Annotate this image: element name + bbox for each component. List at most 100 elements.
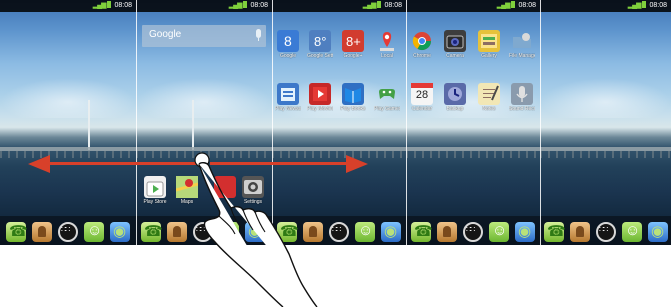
app-label: Notes bbox=[482, 106, 496, 112]
google-search-widget[interactable]: Google bbox=[142, 25, 266, 47]
swipe-hand-icon bbox=[194, 152, 318, 307]
home-panel-4[interactable]: ▂▄▆ 08:08 Chrome Camera Gallery File Mana… bbox=[406, 0, 540, 245]
app-camera[interactable]: Camera bbox=[442, 30, 468, 60]
signal-icon: ▂▄▆ bbox=[496, 2, 511, 9]
app-gallery[interactable]: Gallery bbox=[476, 30, 502, 60]
app-label: Gallery bbox=[481, 53, 497, 59]
messaging-icon[interactable] bbox=[489, 222, 509, 242]
battery-icon bbox=[642, 1, 647, 8]
app-label: Google Sett bbox=[307, 53, 333, 59]
app-play-books[interactable]: Play Books bbox=[340, 83, 366, 113]
app-label: File Manage bbox=[509, 53, 535, 59]
app-play-movies[interactable]: Play Movies bbox=[307, 83, 333, 113]
dock bbox=[0, 216, 136, 245]
app-label: Google bbox=[279, 53, 297, 59]
app-google-plus[interactable]: 8+ Google+ bbox=[340, 30, 366, 60]
google-settings-icon: 8° bbox=[309, 30, 331, 52]
app-google-settings[interactable]: 8° Google Sett bbox=[307, 30, 333, 60]
app-local[interactable]: Local bbox=[374, 30, 400, 60]
app-google[interactable]: 8 Google bbox=[275, 30, 301, 60]
google-widget-label: Google bbox=[149, 29, 182, 40]
status-bar: ▂▄▆ 08:08 bbox=[136, 0, 272, 12]
local-icon bbox=[376, 30, 398, 52]
status-time: 08:08 bbox=[114, 2, 132, 9]
wallpaper-clouds bbox=[540, 78, 671, 118]
panel-divider bbox=[406, 0, 407, 245]
messaging-icon[interactable] bbox=[355, 222, 375, 242]
phone-icon[interactable] bbox=[411, 222, 433, 242]
app-label: Play Newsst bbox=[275, 106, 301, 112]
notes-icon bbox=[478, 83, 500, 105]
camera-icon bbox=[444, 30, 466, 52]
apps-drawer-icon[interactable] bbox=[463, 222, 483, 242]
arrow-shaft bbox=[46, 162, 200, 165]
phone-icon[interactable] bbox=[141, 222, 163, 242]
status-time: 08:08 bbox=[250, 2, 268, 9]
app-play-games[interactable]: Play Games bbox=[374, 83, 400, 113]
app-backup[interactable]: Backup bbox=[442, 83, 468, 113]
swipe-left-arrow bbox=[28, 155, 200, 173]
phone-icon[interactable] bbox=[6, 222, 28, 242]
messaging-icon[interactable] bbox=[622, 222, 642, 242]
play-store-icon bbox=[144, 176, 166, 198]
status-time: 08:08 bbox=[649, 2, 667, 9]
bridge-pillars bbox=[406, 151, 540, 158]
dock bbox=[406, 216, 540, 245]
app-label: Backup bbox=[446, 106, 464, 112]
contacts-icon[interactable] bbox=[32, 222, 52, 242]
status-bar: ▂▄▆ 08:08 bbox=[0, 0, 136, 12]
sound-recorder-icon bbox=[511, 83, 533, 105]
panel-divider bbox=[540, 0, 541, 245]
browser-icon[interactable] bbox=[381, 222, 401, 242]
app-label: Chrome bbox=[413, 53, 431, 59]
file-manager-icon bbox=[511, 30, 533, 52]
wallpaper-clouds bbox=[136, 78, 272, 118]
browser-icon[interactable] bbox=[110, 222, 130, 242]
google-plus-icon: 8+ bbox=[342, 30, 364, 52]
app-play-newsstand[interactable]: Play Newsst bbox=[275, 83, 301, 113]
app-chrome[interactable]: Chrome bbox=[409, 30, 435, 60]
svg-text:8°: 8° bbox=[314, 34, 326, 49]
app-calendar[interactable]: 28 Calendar bbox=[409, 83, 435, 113]
app-label: Local bbox=[381, 53, 393, 59]
browser-icon[interactable] bbox=[515, 222, 535, 242]
home-screen-strip[interactable]: ▂▄▆08:08 ▂▄▆08:08 Google Pl bbox=[0, 0, 671, 245]
battery-icon bbox=[107, 1, 112, 8]
signal-icon: ▂▄▆ bbox=[92, 2, 107, 9]
app-label: Play Movies bbox=[307, 106, 333, 112]
status-time: 08:08 bbox=[518, 2, 536, 9]
svg-text:8: 8 bbox=[284, 33, 292, 49]
contacts-icon[interactable] bbox=[437, 222, 457, 242]
battery-icon bbox=[243, 1, 248, 8]
app-file-manager[interactable]: File Manage bbox=[509, 30, 535, 60]
battery-icon bbox=[377, 1, 382, 8]
home-app-play-store[interactable]: Play Store bbox=[142, 176, 168, 206]
app-sound-recorder[interactable]: Sound Reco bbox=[509, 83, 535, 113]
microphone-icon[interactable] bbox=[256, 29, 261, 41]
status-bar: ▂▄▆ 08:08 bbox=[540, 0, 671, 12]
chrome-icon bbox=[411, 30, 433, 52]
app-label: Play Store bbox=[143, 199, 167, 205]
app-label: Play Games bbox=[374, 106, 400, 112]
bridge-pillars bbox=[0, 151, 136, 158]
home-panel-1[interactable]: ▂▄▆ 08:08 bbox=[0, 0, 136, 245]
app-notes[interactable]: Notes bbox=[476, 83, 502, 113]
apps-drawer-icon[interactable] bbox=[596, 222, 616, 242]
contacts-icon[interactable] bbox=[167, 222, 187, 242]
home-panel-5[interactable]: ▂▄▆ 08:08 bbox=[540, 0, 671, 245]
battery-icon bbox=[511, 1, 516, 8]
status-time: 08:08 bbox=[384, 2, 402, 9]
browser-icon[interactable] bbox=[648, 222, 668, 242]
app-label: Calendar bbox=[411, 106, 433, 112]
panel-divider bbox=[136, 0, 137, 245]
signal-icon: ▂▄▆ bbox=[627, 2, 642, 9]
messaging-icon[interactable] bbox=[84, 222, 104, 242]
play-games-icon bbox=[376, 83, 398, 105]
apps-drawer-icon[interactable] bbox=[58, 222, 78, 242]
wallpaper-clouds bbox=[0, 78, 136, 118]
contacts-icon[interactable] bbox=[570, 222, 590, 242]
play-books-icon bbox=[342, 83, 364, 105]
phone-icon[interactable] bbox=[544, 222, 566, 242]
app-label: Google+ bbox=[343, 53, 363, 59]
bridge-tower bbox=[192, 100, 194, 150]
